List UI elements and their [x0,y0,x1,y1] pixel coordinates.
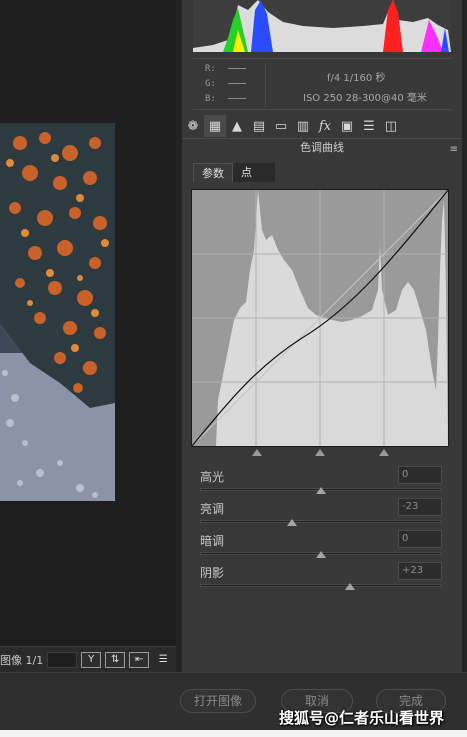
slider-track[interactable] [200,584,442,587]
open-image-button[interactable]: 打开图像 [180,689,256,713]
slider-thumb[interactable] [345,583,356,590]
aperture-shutter: f/4 1/160 秒 [327,73,386,84]
detail-icon[interactable]: ▥ [292,115,314,137]
section-header: 色调曲线 ≡ [182,138,462,156]
photo-foliage [0,123,115,501]
panel-tabs-toolbar: ❁ ▦ ▲ ▤ ▭ ▥ fx ▣ ☰ ◫ [182,114,462,138]
split-marker-midtones[interactable] [315,449,325,456]
mountains-icon[interactable]: ▲ [226,115,248,137]
slider-label: 亮调 [200,502,225,516]
slider-darks: 暗调 0 [200,530,442,564]
section-title: 色调曲线 [300,141,344,154]
slider-label: 暗调 [200,534,225,548]
slider-lights: 亮调 -23 [200,498,442,532]
y-toggle-button[interactable]: Y [81,651,102,668]
curve-grid-icon[interactable]: ▦ [204,115,226,137]
copy-settings-button[interactable]: ⇤ [129,651,150,668]
tab-parametric[interactable]: 参数 [193,163,233,182]
swap-button[interactable]: ⇅ [105,651,126,668]
hsl-icon[interactable]: ▤ [248,115,270,137]
slider-value-field[interactable]: 0 [398,466,442,484]
panel-menu-icon[interactable]: ≡ [450,141,458,158]
preview-status-bar: 图像 1/1 Y ⇅ ⇤ ☰ [0,646,176,672]
slider-label: 高光 [200,470,225,484]
preview-settings-button[interactable]: ☰ [153,652,173,668]
slider-highlights: 高光 0 [200,466,442,500]
camera-calibration-icon[interactable]: ▣ [336,115,358,137]
tone-curve-graph[interactable] [192,190,448,446]
slider-thumb[interactable] [316,551,326,558]
tone-curve-editor[interactable] [191,189,449,447]
slider-label: 阴影 [200,566,225,580]
slider-value-field[interactable]: +23 [398,562,442,580]
fx-icon[interactable]: fx [314,115,336,137]
presets-icon[interactable]: ☰ [358,115,380,137]
snapshots-icon[interactable]: ◫ [380,115,402,137]
photo-preview [0,123,115,501]
slider-shadows: 阴影 +23 [200,562,442,596]
histogram-graph [193,0,451,52]
histogram [193,0,451,52]
slider-value-field[interactable]: 0 [398,530,442,548]
slider-thumb[interactable] [316,487,326,494]
r-readout: R: [205,64,246,74]
g-readout: G: [205,79,246,89]
camera-info: R: G: B: f/4 1/160 秒 ISO 250 28-300@40 毫… [193,58,451,110]
curve-mode-tabs: 参数 点 [193,163,275,182]
slider-value-field[interactable]: -23 [398,498,442,516]
bottom-strip [0,730,467,737]
tab-point[interactable]: 点 [233,163,275,182]
slider-track[interactable] [200,520,442,523]
aperture-icon[interactable]: ❁ [182,115,204,137]
split-marker-shadows[interactable] [252,449,262,456]
info-separator [265,63,266,107]
image-count-field [47,651,78,668]
image-preview-area[interactable] [0,0,176,646]
iso-lens: ISO 250 28-300@40 毫米 [303,93,427,104]
scrollbar-track[interactable] [462,0,467,672]
split-toning-icon[interactable]: ▭ [270,115,292,137]
image-count-label: 图像 1/1 [0,653,44,667]
watermark-text: 搜狐号@仁者乐山看世界 [279,709,445,727]
split-marker-highlights[interactable] [379,449,389,456]
b-readout: B: [205,94,246,104]
slider-thumb[interactable] [286,519,297,526]
